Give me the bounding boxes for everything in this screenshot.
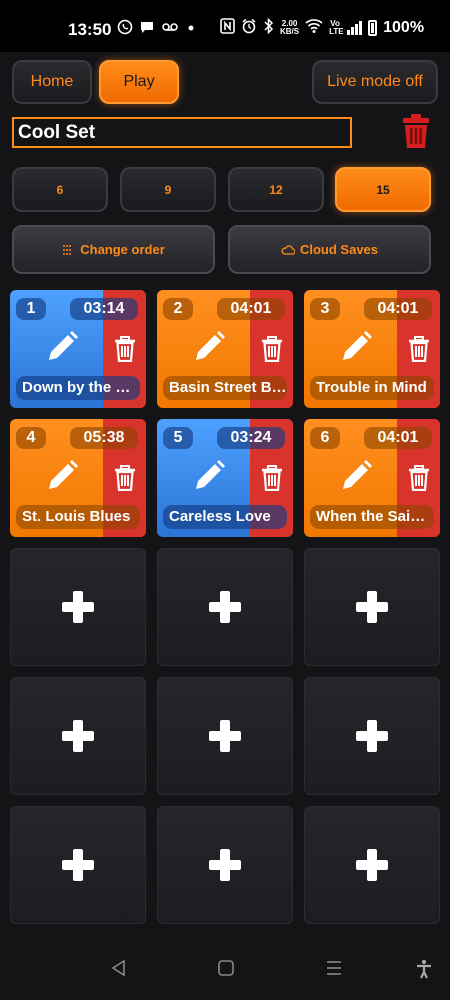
add-song-pad[interactable] (304, 806, 440, 924)
cloud-icon (281, 244, 295, 255)
whatsapp-icon (117, 19, 133, 38)
dot-icon (185, 19, 197, 38)
cloud-saves-label: Cloud Saves (299, 242, 379, 257)
song-title: Down by the R… (16, 376, 140, 400)
grid-size-9[interactable]: 9 (120, 167, 216, 212)
song-number: 6 (310, 427, 340, 449)
cloud-saves-button[interactable]: Cloud Saves (228, 225, 431, 274)
song-pad-3[interactable]: 3 04:01 Trouble in Mind (304, 290, 440, 408)
edit-song-button[interactable] (192, 459, 226, 493)
signal-icon (347, 20, 363, 35)
plus-icon (356, 591, 388, 623)
recents-icon[interactable] (325, 959, 343, 983)
song-pad-1[interactable]: 1 03:14 Down by the R… (10, 290, 146, 408)
trash-icon (408, 336, 429, 362)
data-speed-unit: KB/S (280, 26, 300, 36)
plus-icon (62, 720, 94, 752)
data-speed: 2.00 KB/S (280, 19, 300, 36)
trash-icon (261, 465, 282, 491)
change-order-label: Change order (80, 242, 165, 257)
pencil-icon (343, 460, 372, 489)
chat-icon (139, 19, 155, 38)
status-right-icons: 2.00 KB/S Vo LTE 100% (220, 17, 425, 37)
add-song-pad[interactable] (157, 677, 293, 795)
song-title: When the Sain… (310, 505, 434, 529)
battery-icon (368, 19, 378, 36)
add-song-pad[interactable] (10, 548, 146, 666)
accessibility-icon[interactable] (415, 959, 433, 985)
song-pad-2[interactable]: 2 04:01 Basin Street B… (157, 290, 293, 408)
edit-song-button[interactable] (45, 459, 79, 493)
play-button[interactable]: Play (99, 60, 179, 104)
plus-icon (209, 591, 241, 623)
add-song-pad[interactable] (304, 548, 440, 666)
song-number: 5 (163, 427, 193, 449)
pencil-icon (196, 331, 225, 360)
battery-percent: 100% (383, 18, 425, 36)
song-title: Trouble in Mind (310, 376, 434, 400)
status-left-icons (117, 19, 197, 38)
pencil-icon (196, 460, 225, 489)
add-song-pad[interactable] (157, 806, 293, 924)
add-song-pad[interactable] (10, 806, 146, 924)
grid-size-6[interactable]: 6 (12, 167, 108, 212)
plus-icon (356, 849, 388, 881)
set-name-field[interactable]: Cool Set (12, 117, 352, 148)
song-duration: 04:01 (217, 298, 285, 320)
grid-size-12[interactable]: 12 (228, 167, 324, 212)
song-duration: 03:24 (217, 427, 285, 449)
bluetooth-icon (263, 17, 274, 37)
song-pad-6[interactable]: 6 04:01 When the Sain… (304, 419, 440, 537)
pencil-icon (49, 331, 78, 360)
status-bar: 13:50 2.00 KB/S Vo LTE 100% (0, 0, 450, 52)
song-title: Basin Street B… (163, 376, 287, 400)
live-mode-button[interactable]: Live mode off (312, 60, 438, 104)
edit-song-button[interactable] (45, 330, 79, 364)
plus-icon (356, 720, 388, 752)
plus-icon (209, 720, 241, 752)
wifi-icon (305, 18, 323, 37)
back-icon[interactable] (110, 959, 128, 983)
song-duration: 04:01 (364, 298, 432, 320)
plus-icon (62, 591, 94, 623)
add-song-pad[interactable] (304, 677, 440, 795)
plus-icon (62, 849, 94, 881)
song-number: 1 (16, 298, 46, 320)
song-pad-5[interactable]: 5 03:24 Careless Love (157, 419, 293, 537)
home-icon[interactable] (217, 959, 235, 983)
system-nav-bar (0, 945, 450, 1000)
grid-dots-icon (63, 244, 72, 255)
song-duration: 04:01 (364, 427, 432, 449)
trash-icon (114, 336, 135, 362)
song-number: 3 (310, 298, 340, 320)
edit-song-button[interactable] (339, 459, 373, 493)
song-title: Careless Love (163, 505, 287, 529)
delete-set-button[interactable] (402, 113, 430, 149)
song-number: 2 (163, 298, 193, 320)
trash-icon (408, 465, 429, 491)
pencil-icon (343, 331, 372, 360)
edit-song-button[interactable] (192, 330, 226, 364)
song-pad-4[interactable]: 4 05:38 St. Louis Blues (10, 419, 146, 537)
grid-size-15[interactable]: 15 (335, 167, 431, 212)
alarm-icon (241, 18, 257, 37)
add-song-pad[interactable] (10, 677, 146, 795)
plus-icon (209, 849, 241, 881)
song-duration: 05:38 (70, 427, 138, 449)
trash-icon (403, 114, 429, 148)
voicemail-icon (161, 19, 179, 38)
song-duration: 03:14 (70, 298, 138, 320)
song-title: St. Louis Blues (16, 505, 140, 529)
edit-song-button[interactable] (339, 330, 373, 364)
change-order-button[interactable]: Change order (12, 225, 215, 274)
trash-icon (261, 336, 282, 362)
home-button[interactable]: Home (12, 60, 92, 104)
status-time: 13:50 (68, 20, 112, 39)
nfc-icon (220, 18, 235, 37)
add-song-pad[interactable] (157, 548, 293, 666)
volte-icon: Vo LTE (329, 18, 344, 36)
song-number: 4 (16, 427, 46, 449)
trash-icon (114, 465, 135, 491)
pencil-icon (49, 460, 78, 489)
